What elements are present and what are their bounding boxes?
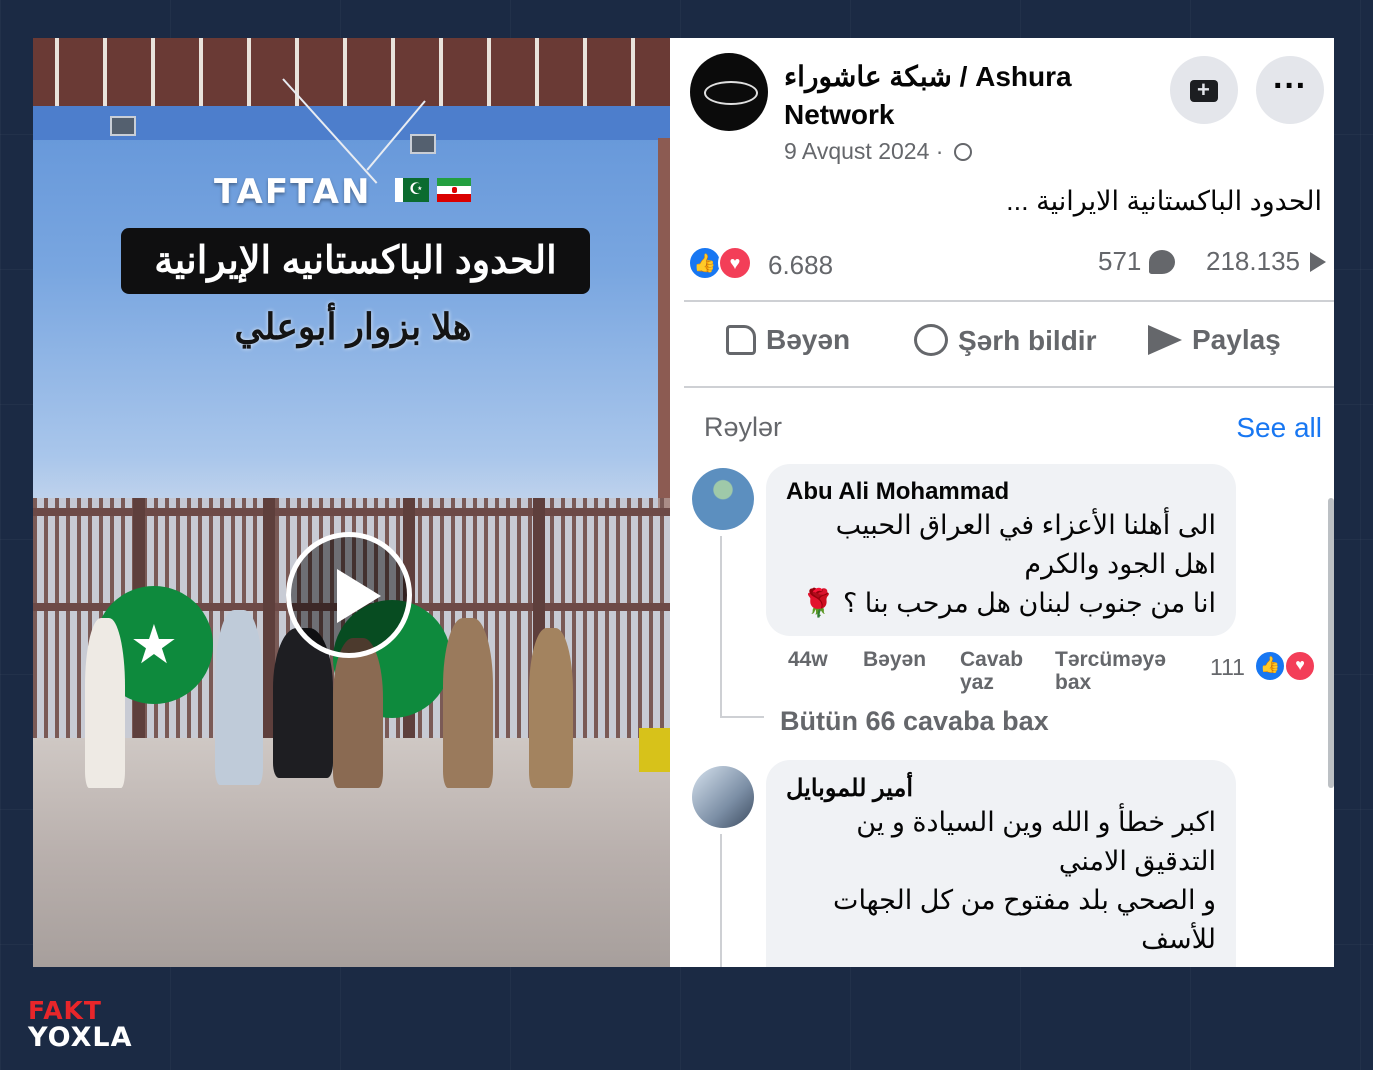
share-button[interactable]: Paylaş: [1148, 324, 1281, 356]
video-subtitle-text: هلا بزوار أبوعلي: [234, 306, 472, 347]
fence-rail: [33, 508, 670, 516]
person-figure: [215, 610, 263, 785]
love-reaction-icon: ♥: [718, 246, 752, 280]
pakistan-flag-icon: [395, 178, 429, 202]
view-count-text: 218.135: [1206, 246, 1300, 276]
gate-pillar: [658, 138, 670, 508]
comment-like-button[interactable]: Bəyən: [863, 648, 926, 671]
view-replies-link[interactable]: Bütün 66 cavaba bax: [780, 706, 1049, 737]
comment-bubble-icon: [914, 324, 948, 356]
page-name[interactable]: شبكة عاشوراء / Ashura Network: [784, 58, 1114, 134]
video-thumbnail[interactable]: TAFTAN الحدود الباكستانيه الإيرانية هلا …: [33, 38, 670, 967]
person-figure: [333, 638, 383, 788]
share-arrow-icon: [1148, 325, 1182, 355]
gate-lamp: [110, 116, 136, 136]
logo-bottom-text: YOXLA: [28, 1022, 133, 1053]
video-banner-text: الحدود الباكستانيه الإيرانية: [121, 228, 590, 294]
comment-text-line: التدقيق الامني: [1058, 846, 1216, 876]
logo-top-text: FAKT: [28, 996, 102, 1025]
comments-section-label: Rəylər: [704, 412, 783, 442]
comment-translate-button[interactable]: Tərcüməyə bax: [1055, 648, 1185, 694]
reply-thread-line: [720, 716, 764, 718]
comment-author[interactable]: أمير للموبايل: [786, 774, 1216, 803]
fakt-yoxla-logo: FAKT YOXLA: [28, 998, 133, 1053]
thumbs-up-icon: [726, 325, 756, 355]
comment-text-line: انا من جنوب لبنان هل مرحب بنا ؟ 🌹: [801, 588, 1216, 618]
like-label: Bəyən: [766, 324, 851, 355]
reaction-count: 6.688: [768, 250, 834, 280]
reply-thread-line: [720, 834, 722, 967]
person-figure: [85, 618, 125, 788]
iran-flag-icon: [437, 178, 471, 202]
soldier-figure: [529, 628, 573, 788]
divider: [684, 386, 1334, 388]
border-gate-roof: [33, 38, 670, 112]
scrollbar[interactable]: [1328, 498, 1334, 788]
divider: [684, 300, 1334, 302]
like-reaction-icon: 👍: [1254, 650, 1286, 682]
post-text: الحدود الباكستانية الايرانية ...: [1006, 186, 1322, 216]
commenter-avatar[interactable]: [692, 468, 754, 530]
comment-icon: [1149, 250, 1176, 274]
comment-button[interactable]: Şərh bildir: [914, 324, 1096, 357]
comment-text-line: الى أهلنا الأعزاء في العراق الحبيب: [835, 510, 1216, 540]
comment-text-line: اكبر خطأ و الله وين السيادة و ين: [856, 807, 1216, 837]
post-date[interactable]: 9 Avqust 2024 ·: [784, 138, 972, 165]
page-avatar[interactable]: [690, 53, 768, 131]
share-label: Paylaş: [1192, 324, 1281, 355]
facebook-post: شبكة عاشوراء / Ashura Network 9 Avqust 2…: [670, 38, 1334, 967]
barrier: [639, 728, 670, 772]
soldier-figure: [443, 618, 493, 788]
gate-lamp: [410, 134, 436, 154]
view-count: 218.135: [1206, 246, 1326, 277]
comment-text-line: اهل الجود والكرم: [1024, 549, 1216, 579]
post-date-text: 9 Avqust 2024 ·: [784, 138, 944, 164]
comment-label: Şərh bildir: [958, 325, 1097, 356]
commenter-avatar[interactable]: [692, 766, 754, 828]
comment-reaction-count[interactable]: 111: [1210, 654, 1245, 681]
love-reaction-icon: ♥: [1284, 650, 1316, 682]
comment-count-text: 571: [1098, 246, 1142, 276]
comment-author[interactable]: Abu Ali Mohammad: [786, 478, 1216, 506]
comment-reply-button[interactable]: Cavab yaz: [960, 648, 1040, 694]
location-label: TAFTAN: [214, 172, 372, 212]
comment-text-line: للأسف: [1141, 924, 1216, 954]
see-all-link[interactable]: See all: [1236, 412, 1322, 444]
comment-text-line: و الصحي بلد مفتوح من كل الجهات: [833, 885, 1216, 915]
play-icon: [1309, 252, 1326, 272]
save-button[interactable]: [1170, 56, 1238, 124]
comment-bubble: Abu Ali Mohammad الى أهلنا الأعزاء في ال…: [766, 464, 1236, 636]
reply-thread-line: [720, 536, 722, 716]
more-options-button[interactable]: ···: [1256, 56, 1324, 124]
globe-icon: [953, 143, 972, 161]
comment-time[interactable]: 44w: [788, 648, 828, 671]
like-button[interactable]: Bəyən: [726, 324, 850, 356]
comment-bubble: أمير للموبايل اكبر خطأ و الله وين السياد…: [766, 760, 1236, 967]
comment-count[interactable]: 571: [1098, 246, 1176, 277]
like-reaction-icon: 👍: [688, 246, 722, 280]
play-button-icon[interactable]: [286, 532, 412, 658]
